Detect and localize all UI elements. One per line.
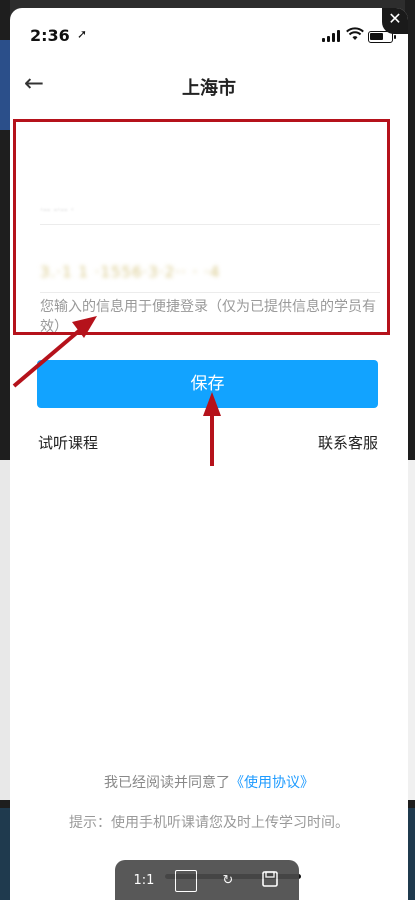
close-icon[interactable]: ✕ [382, 8, 408, 34]
viewer-toolbar: 1:1 ↻ [115, 860, 299, 900]
form-hint: 您输入的信息用于便捷登录（仅为已提供信息的学员有效） [40, 299, 376, 335]
wifi-icon [346, 27, 364, 45]
name-field[interactable]: ·-- -·-- · [40, 205, 380, 225]
status-time: 2:36 [30, 26, 70, 45]
agreement-prefix: 我已经阅读并同意了 [104, 775, 230, 791]
actual-size-button[interactable]: 1:1 [133, 870, 155, 892]
rotate-icon[interactable]: ↻ [217, 870, 239, 892]
status-bar: 2:36 ➚ [10, 8, 408, 52]
location-icon: ➚ [77, 27, 88, 41]
navigation-bar: ← 上海市 [10, 64, 408, 104]
name-field-value: ·-- -·-- · [40, 205, 74, 216]
agreement-text: 我已经阅读并同意了《使用协议》 [10, 772, 408, 792]
save-image-icon[interactable] [259, 870, 281, 892]
fit-screen-button[interactable] [175, 870, 197, 892]
agreement-link[interactable]: 《使用协议》 [230, 775, 314, 791]
background-left [0, 0, 10, 900]
phone-screen: 2:36 ➚ ← 上海市 ·-- -·-- · 3.·1 1 ·1556·3·2… [10, 8, 408, 900]
login-form: ·-- -·-- · 3.·1 1 ·1556·3·2·· · ·4 您输入的信… [13, 119, 390, 335]
save-button[interactable]: 保存 [37, 360, 378, 408]
trial-course-link[interactable]: 试听课程 [38, 432, 98, 453]
upload-tip: 提示：使用手机听课请您及时上传学习时间。 [69, 815, 349, 831]
contact-service-link[interactable]: 联系客服 [318, 432, 378, 453]
page-title: 上海市 [182, 78, 236, 99]
phone-field[interactable]: 3.·1 1 ·1556·3·2·· · ·4 [40, 253, 380, 293]
signal-icon [322, 30, 342, 42]
phone-field-value: 3.·1 1 ·1556·3·2·· · ·4 [40, 263, 221, 281]
